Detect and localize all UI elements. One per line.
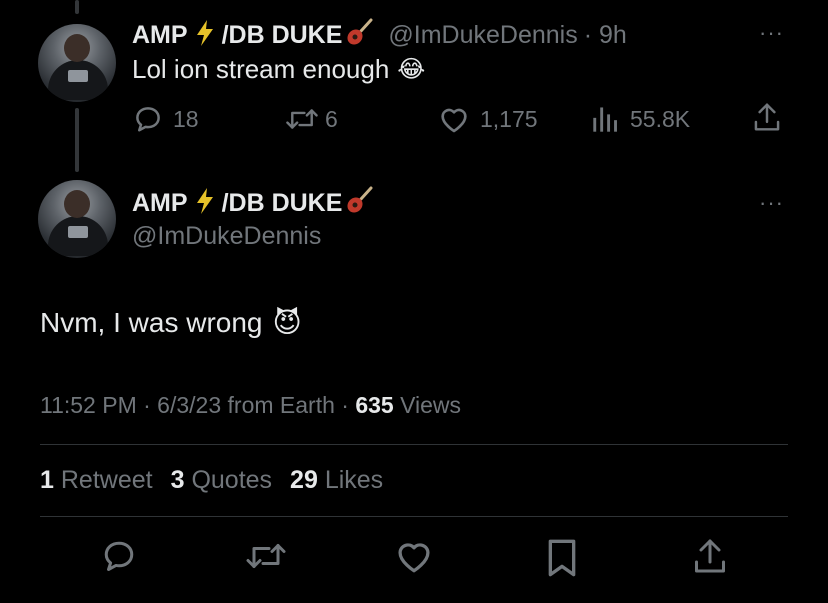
like-button[interactable]: 1,175 — [438, 104, 538, 134]
guitar-icon — [344, 18, 374, 53]
tweet2-text-row: Nvm, I was wrong 😈 — [40, 306, 302, 339]
view-count: 55.8K — [630, 105, 691, 132]
more-options-icon[interactable]: ··· — [759, 20, 784, 46]
smiling-devil-emoji: 😈 — [272, 307, 302, 338]
avatar[interactable] — [38, 180, 116, 258]
reply-icon — [104, 541, 134, 571]
lightning-bolt-icon — [194, 187, 216, 220]
views-button[interactable]: 55.8K — [592, 104, 690, 134]
retweets-stat[interactable]: 1 Retweet — [40, 466, 153, 495]
share-button[interactable] — [752, 101, 782, 133]
engagement-stats: 1 Retweet 3 Quotes 29 Likes — [40, 466, 383, 495]
reply-button[interactable] — [101, 538, 137, 579]
more-options-icon[interactable]: ··· — [759, 190, 784, 216]
lightning-bolt-icon — [194, 19, 216, 52]
share-icon — [754, 103, 780, 131]
share-icon — [695, 539, 725, 573]
bookmark-button[interactable] — [545, 538, 579, 583]
thread-line-top — [75, 0, 79, 14]
retweet-icon — [286, 109, 318, 129]
guitar-icon — [344, 186, 374, 221]
divider — [40, 516, 788, 517]
handle[interactable]: @ImDukeDennis — [132, 222, 321, 251]
likes-stat[interactable]: 29 Likes — [290, 466, 383, 495]
view-count: 635 — [355, 392, 394, 418]
retweet-button[interactable] — [245, 538, 287, 579]
analytics-icon — [593, 107, 617, 132]
display-name[interactable]: AMP — [132, 189, 188, 218]
reply-icon — [136, 107, 160, 132]
tweet-text: Nvm, I was wrong — [40, 306, 263, 338]
bookmark-icon — [548, 539, 576, 577]
tweet1-text-row: Lol ion stream enough 😂 — [132, 54, 425, 85]
retweet-button[interactable]: 6 — [285, 104, 338, 134]
retweet-icon — [246, 544, 286, 568]
thread-line-connector — [75, 108, 79, 172]
tweet-text: Lol ion stream enough — [132, 54, 390, 84]
quotes-stat[interactable]: 3 Quotes — [171, 466, 272, 495]
heart-icon — [441, 108, 467, 133]
reply-button[interactable]: 18 — [133, 104, 199, 134]
tweet-meta: 11:52 PM · 6/3/23 from Earth · 635 Views — [40, 392, 461, 419]
handle[interactable]: @ImDukeDennis — [388, 21, 577, 50]
display-name-suffix[interactable]: /DB DUKE — [222, 21, 343, 50]
heart-icon — [398, 543, 430, 573]
tears-of-joy-emoji: 😂 — [397, 56, 426, 83]
retweet-count: 6 — [325, 105, 338, 132]
tweet1-header: AMP /DB DUKE @ImDukeDennis · 9h — [132, 18, 627, 53]
views-label: Views — [400, 392, 462, 418]
display-name-suffix[interactable]: /DB DUKE — [222, 189, 343, 218]
display-name[interactable]: AMP — [132, 21, 188, 50]
share-button[interactable] — [692, 536, 728, 581]
like-count: 1,175 — [480, 105, 538, 132]
like-button[interactable] — [394, 538, 434, 579]
avatar[interactable] — [38, 24, 116, 102]
reply-count: 18 — [173, 105, 199, 132]
tweet2-header: AMP /DB DUKE — [132, 186, 374, 221]
divider — [40, 444, 788, 445]
timestamp[interactable]: · 9h — [584, 21, 627, 50]
tweet-timestamp[interactable]: 11:52 PM · 6/3/23 from Earth · — [40, 392, 349, 418]
